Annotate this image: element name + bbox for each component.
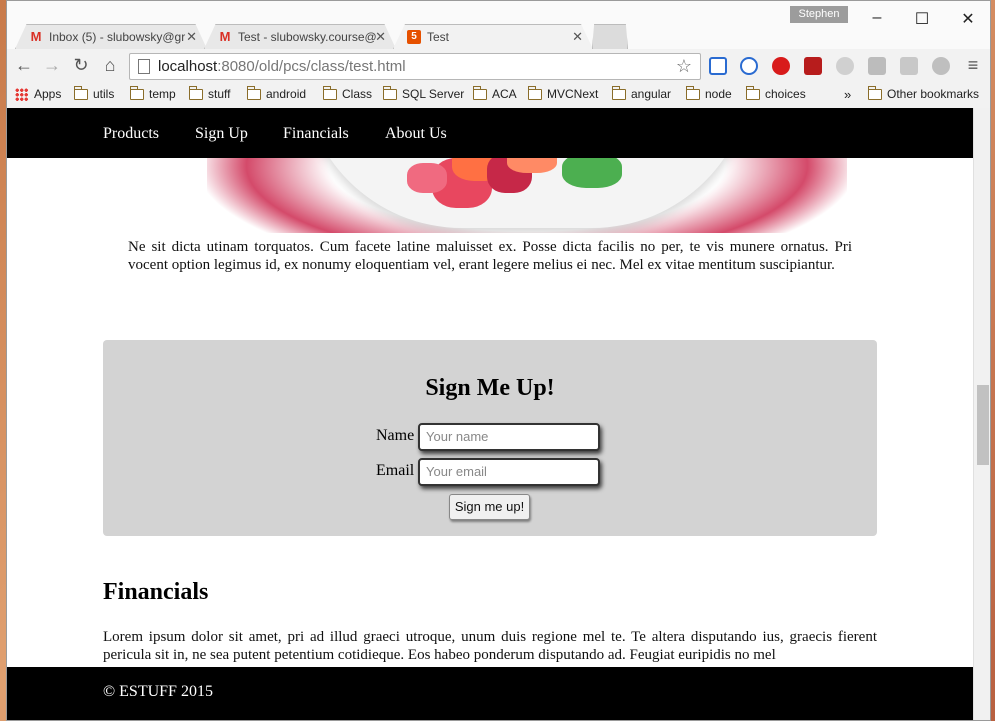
bookmark-choices[interactable]: choices [746, 85, 806, 101]
folder-icon [746, 85, 760, 100]
folder-icon [686, 85, 700, 100]
bookmark-utils[interactable]: utils [74, 85, 114, 101]
menu-icon[interactable]: ≡ [962, 55, 984, 76]
skype-icon[interactable] [740, 57, 758, 75]
tab-strip: M Inbox (5) - slubowsky@gr ✕ M Test - sl… [7, 1, 990, 49]
close-tab-icon[interactable]: ✕ [572, 29, 583, 45]
browser-window: M Inbox (5) - slubowsky@gr ✕ M Test - sl… [6, 0, 991, 721]
candy-bowl-image [302, 158, 752, 228]
bookmark-stuff[interactable]: stuff [189, 85, 230, 101]
back-icon[interactable]: ← [13, 55, 35, 76]
folder-icon [383, 85, 397, 100]
reload-icon[interactable]: ↻ [70, 55, 92, 76]
page-scrollbar[interactable] [973, 108, 990, 720]
cast-icon[interactable] [709, 57, 727, 75]
minimize-icon[interactable]: – [862, 9, 892, 27]
extension-icon[interactable] [836, 57, 854, 75]
site-footer: © ESTUFF 2015 [7, 667, 973, 720]
financials-heading: Financials [103, 579, 209, 605]
adblock-icon[interactable] [772, 57, 790, 75]
name-input[interactable]: Your name [418, 423, 600, 451]
bookmark-other[interactable]: Other bookmarks [868, 85, 979, 101]
email-label: Email [376, 462, 415, 479]
folder-icon [612, 85, 626, 100]
apps-icon [15, 87, 28, 101]
forward-icon[interactable]: → [41, 55, 63, 76]
folder-icon [130, 85, 144, 100]
bookmark-aca[interactable]: ACA [473, 85, 517, 101]
page-viewport: Products Sign Up Financials About Us Ne … [7, 108, 973, 720]
nav-financials[interactable]: Financials [283, 125, 349, 143]
nav-products[interactable]: Products [103, 125, 159, 143]
folder-icon [868, 85, 882, 100]
page-icon [138, 59, 150, 74]
angular-icon[interactable] [932, 57, 950, 75]
new-tab-button[interactable] [592, 24, 628, 49]
maximize-icon[interactable]: ☐ [907, 9, 937, 29]
bookmark-class[interactable]: Class [323, 85, 372, 101]
intro-paragraph: Ne sit dicta utinam torquatos. Cum facet… [128, 239, 852, 273]
profile-badge[interactable]: Stephen [790, 6, 848, 23]
bookmarks-overflow[interactable]: » [844, 87, 851, 102]
bookmark-temp[interactable]: temp [130, 85, 176, 101]
bookmark-mvcnext[interactable]: MVCNext [528, 85, 598, 101]
nav-sign-up[interactable]: Sign Up [195, 125, 248, 143]
bookmark-android[interactable]: android [247, 85, 306, 101]
gmail-icon: M [219, 29, 231, 44]
folder-icon [323, 85, 337, 100]
bookmark-node[interactable]: node [686, 85, 732, 101]
react-icon[interactable] [900, 57, 918, 75]
browser-toolbar: ← → ↻ ⌂ localhost:8080/old/pcs/class/tes… [7, 49, 990, 83]
bookmark-sql-server[interactable]: SQL Server [383, 85, 464, 101]
financials-paragraph: Lorem ipsum dolor sit amet, pri ad illud… [103, 629, 877, 663]
email-input[interactable]: Your email [418, 458, 600, 486]
redhat-icon[interactable] [804, 57, 822, 75]
scrollbar-thumb[interactable] [977, 385, 989, 465]
dropbox-icon[interactable] [868, 57, 886, 75]
folder-icon [247, 85, 261, 100]
bookmark-angular[interactable]: angular [612, 85, 671, 101]
footer-copyright: © ESTUFF 2015 [103, 683, 213, 700]
close-window-icon[interactable]: ✕ [953, 9, 983, 29]
home-icon[interactable]: ⌂ [99, 55, 121, 76]
signup-panel: Sign Me Up! Name Your name Email Your em… [103, 340, 877, 536]
html5-icon: 5 [407, 29, 421, 44]
folder-icon [473, 85, 487, 100]
close-tab-icon[interactable]: ✕ [375, 29, 386, 45]
tab-inbox[interactable]: M Inbox (5) - slubowsky@gr ✕ [15, 24, 207, 49]
signup-button[interactable]: Sign me up! [449, 494, 530, 520]
folder-icon [528, 85, 542, 100]
bookmark-star-icon[interactable]: ☆ [676, 56, 692, 77]
tab-test[interactable]: 5 Test ✕ [393, 24, 593, 49]
folder-icon [74, 85, 88, 100]
signup-heading: Sign Me Up! [425, 375, 555, 401]
name-label: Name [376, 427, 415, 444]
close-tab-icon[interactable]: ✕ [186, 29, 197, 45]
hero-image [207, 158, 847, 233]
folder-icon [189, 85, 203, 100]
bookmarks-bar: Apps utils temp stuff android Class SQL … [7, 83, 990, 107]
bookmark-apps[interactable]: Apps [15, 87, 61, 101]
address-bar[interactable]: localhost:8080/old/pcs/class/test.html ☆ [129, 53, 701, 80]
tab-test-gmail[interactable]: M Test - slubowsky.course@ ✕ [204, 24, 396, 49]
site-nav: Products Sign Up Financials About Us [7, 108, 973, 158]
nav-about-us[interactable]: About Us [385, 125, 447, 143]
gmail-icon: M [30, 29, 42, 44]
